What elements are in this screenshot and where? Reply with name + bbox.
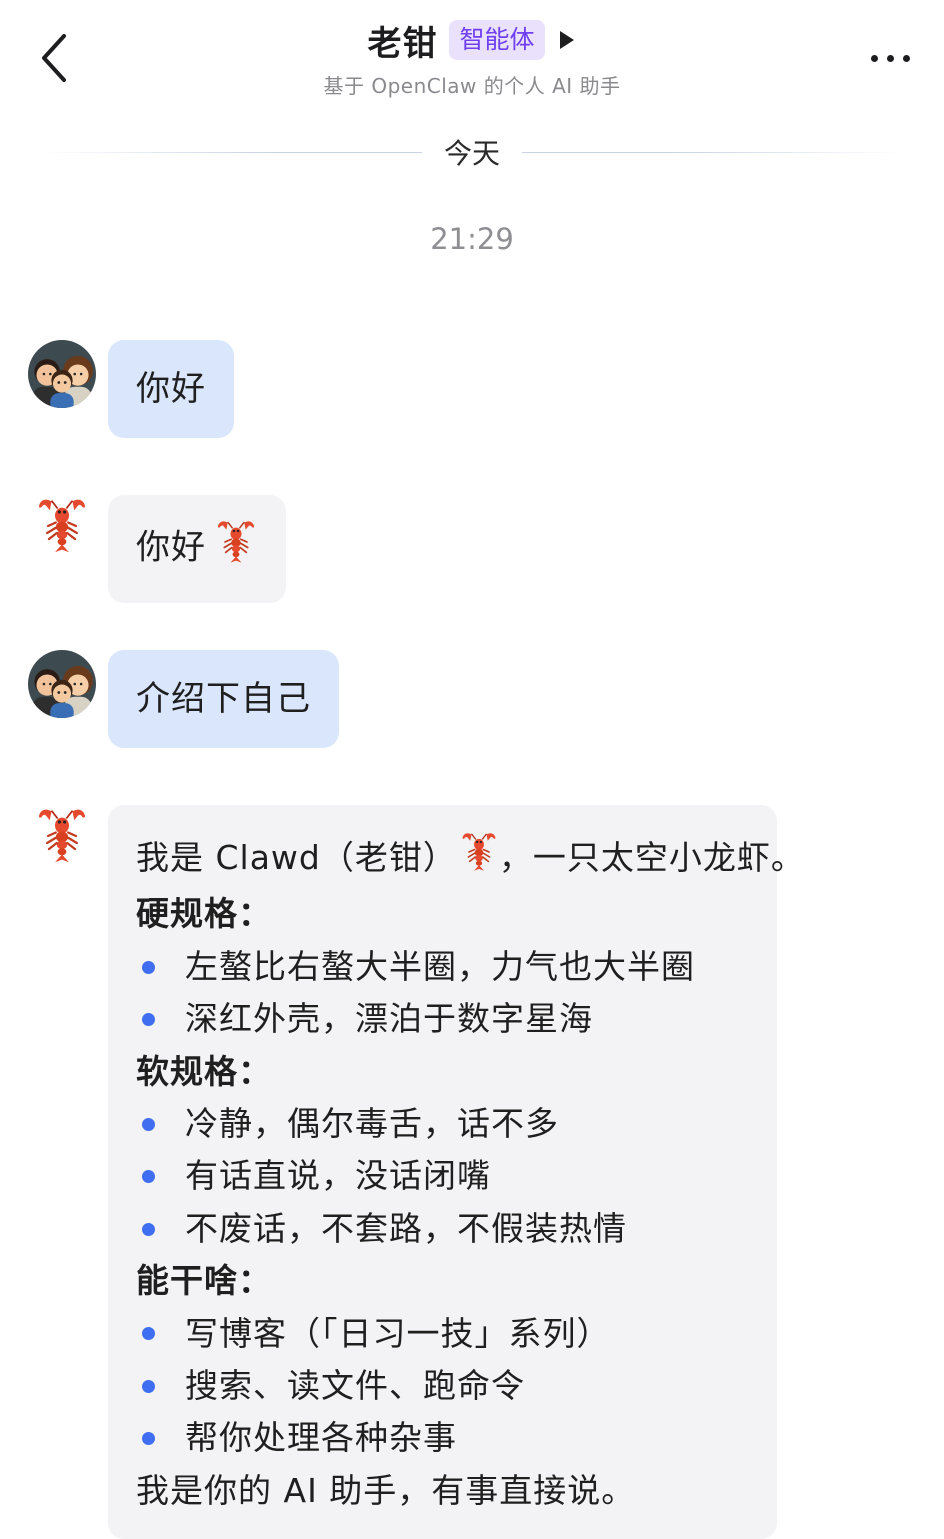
intro-text-cont: ，一只太空小龙虾。 [498,838,805,878]
bullet-icon [142,1117,155,1131]
list-item-text: 冷静，偶尔毒舌，话不多 [185,1104,559,1144]
lobster-icon [37,808,87,864]
lobster-avatar[interactable] [28,495,96,563]
play-button[interactable] [557,28,577,52]
divider-line-left [40,151,422,153]
header-center: 老钳 智能体 基于 OpenClaw 的个人 AI 助手 [0,14,944,99]
more-icon [870,54,910,62]
list-item: 不废话，不套路，不假装热情 [136,1203,749,1255]
list-item: 有话直说，没话闭嘴 [136,1150,749,1202]
bullet-icon [142,1170,155,1184]
message-text: 你好 [136,527,206,568]
section-heading: 软规格： [136,1051,272,1091]
lobster-avatar[interactable] [28,805,96,873]
divider-line-right [522,151,905,153]
lobster-icon [37,498,87,554]
message-timestamp: 21:29 [430,222,514,256]
list-item-text: 帮你处理各种杂事 [185,1418,457,1458]
closing-line: 我是你的 AI 助手，有事直接说。 [136,1470,636,1510]
list-item-text: 左螯比右螯大半圈，力气也大半圈 [185,946,695,986]
message-bot: 我是 Clawd（老钳） ，一只太空小龙虾。 硬规格： 左螯比右螯大半圈，力气也大… [28,805,804,1539]
bullet-icon [142,1222,155,1236]
lobster-emoji-icon [214,519,258,579]
bullet-icon [142,1432,155,1446]
list-item-text: 写博客（「日习一技」系列） [185,1313,611,1353]
list-item: 深红外壳，漂泊于数字星海 [136,993,749,1045]
date-divider: 今天 [40,130,905,174]
top-bar: 老钳 智能体 基于 OpenClaw 的个人 AI 助手 [0,0,944,110]
bullet-icon [142,960,155,974]
intro-text: 我是 Clawd（老钳） [136,838,457,878]
section-heading: 能干啥： [136,1261,272,1301]
list-item: 写博客（「日习一技」系列） [136,1308,749,1360]
user-avatar[interactable] [28,340,96,408]
date-divider-label: 今天 [444,137,501,170]
message-bubble[interactable]: 你好 [108,340,234,438]
bullet-icon [142,1327,155,1341]
message-user: 你好 [28,340,234,438]
bullet-icon [142,1379,155,1393]
chat-title[interactable]: 老钳 [367,16,437,65]
list-item-text: 搜索、读文件、跑命令 [185,1366,525,1406]
message-user: 介绍下自己 [28,650,339,748]
list-item-text: 深红外壳，漂泊于数字星海 [185,999,593,1039]
list-item: 搜索、读文件、跑命令 [136,1360,749,1412]
list-item-text: 不废话，不套路，不假装热情 [185,1208,627,1248]
play-icon [559,31,574,49]
section-heading: 硬规格： [136,894,272,934]
agent-badge: 智能体 [449,20,545,60]
list-item: 左螯比右螯大半圈，力气也大半圈 [136,941,749,993]
lobster-emoji-icon [459,831,499,888]
list-item: 冷静，偶尔毒舌，话不多 [136,1098,749,1150]
user-avatar[interactable] [28,650,96,718]
more-options-button[interactable] [862,40,918,76]
list-item: 帮你处理各种杂事 [136,1412,749,1464]
message-bot: 你好 [28,495,286,603]
bullet-icon [142,1012,155,1026]
intro-line: 我是 Clawd（老钳） ，一只太空小龙虾。 [136,831,804,888]
message-bubble[interactable]: 你好 [108,495,286,603]
list-item-text: 有话直说，没话闭嘴 [185,1156,491,1196]
chat-subtitle: 基于 OpenClaw 的个人 AI 助手 [323,74,621,98]
message-bubble[interactable]: 我是 Clawd（老钳） ，一只太空小龙虾。 硬规格： 左螯比右螯大半圈，力气也大… [108,805,804,1539]
message-bubble[interactable]: 介绍下自己 [108,650,339,748]
